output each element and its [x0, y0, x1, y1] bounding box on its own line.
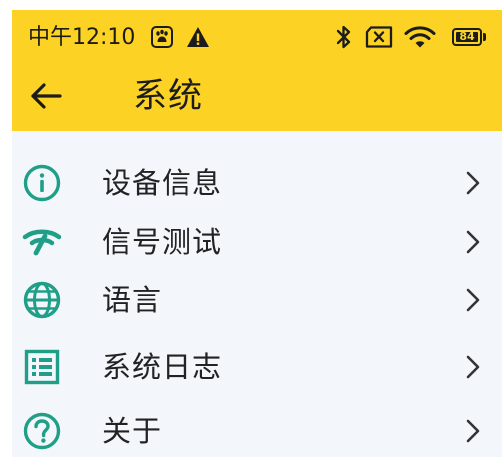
help-circle-icon [23, 412, 61, 450]
battery-icon: 84 [452, 28, 486, 46]
chevron-right-icon [466, 230, 480, 254]
signal-icon [22, 229, 62, 256]
chevron-right-icon [466, 288, 480, 312]
menu-item-language[interactable]: 语言 [12, 271, 502, 329]
menu-item-label: 系统日志 [102, 350, 223, 384]
menu-item-label: 语言 [102, 283, 163, 317]
menu-item-device-info[interactable]: 设备信息 [12, 154, 502, 212]
menu-item-label: 信号测试 [102, 225, 223, 259]
list-log-icon [24, 349, 60, 385]
no-sim-icon [365, 26, 393, 48]
baidu-paw-icon [151, 26, 173, 48]
warning-icon [187, 27, 209, 47]
chevron-right-icon [466, 355, 480, 379]
menu-item-signal-test[interactable]: 信号测试 [12, 213, 502, 271]
info-icon [23, 164, 61, 202]
status-bar: 中午12:10 84 [12, 10, 502, 66]
status-time: 中午12:10 [28, 25, 136, 50]
battery-level: 84 [459, 30, 475, 43]
bluetooth-icon [336, 25, 351, 49]
screen: 中午12:10 84 系统 设备信息 信号测试 语言 系统日志 关于 [12, 10, 502, 457]
back-button[interactable] [20, 72, 72, 120]
menu-item-label: 设备信息 [102, 166, 223, 200]
wifi-icon [404, 26, 436, 48]
app-bar: 中午12:10 84 系统 [12, 10, 502, 131]
arrow-left-icon [31, 83, 62, 109]
menu-item-system-log[interactable]: 系统日志 [12, 338, 502, 396]
globe-icon [23, 281, 61, 319]
chevron-right-icon [466, 171, 480, 195]
menu-item-about[interactable]: 关于 [12, 402, 502, 457]
menu-item-label: 关于 [102, 414, 163, 448]
chevron-right-icon [466, 419, 480, 443]
page-title: 系统 [133, 76, 203, 116]
